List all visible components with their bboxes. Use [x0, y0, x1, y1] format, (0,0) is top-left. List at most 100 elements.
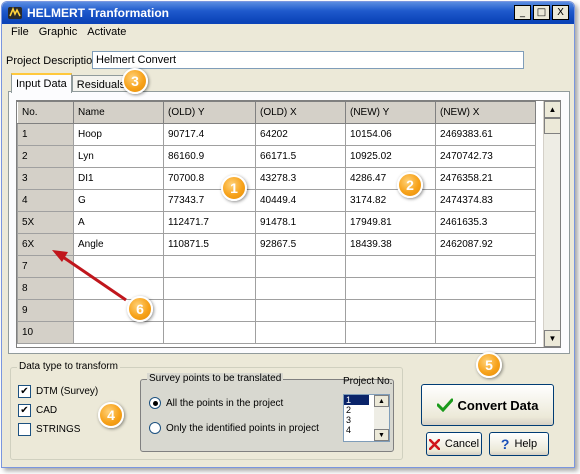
old-x-cell[interactable]: 64202: [255, 123, 346, 146]
new-x-cell[interactable]: [435, 255, 536, 278]
old-y-cell[interactable]: 110871.5: [163, 233, 256, 256]
old-x-cell[interactable]: [255, 277, 346, 300]
new-x-cell[interactable]: 2469383.61: [435, 123, 536, 146]
new-y-cell[interactable]: 17949.81: [345, 211, 436, 234]
help-button[interactable]: ? Help: [489, 432, 549, 456]
row-number-cell[interactable]: 3: [17, 167, 74, 190]
cancel-button[interactable]: Cancel: [426, 432, 482, 456]
new-y-cell[interactable]: [345, 299, 436, 322]
name-cell[interactable]: [73, 277, 164, 300]
row-number-cell[interactable]: 6X: [17, 233, 74, 256]
old-x-cell[interactable]: 40449.4: [255, 189, 346, 212]
old-x-cell[interactable]: 66171.5: [255, 145, 346, 168]
name-cell[interactable]: Angle: [73, 233, 164, 256]
old-x-cell[interactable]: [255, 255, 346, 278]
table-row[interactable]: 6X Angle 110871.5 92867.5 18439.38 2462087.92: [17, 233, 536, 256]
old-y-cell[interactable]: 90717.4: [163, 123, 256, 146]
new-x-cell[interactable]: 2461635.3: [435, 211, 536, 234]
new-y-cell[interactable]: 10154.06: [345, 123, 436, 146]
new-y-cell[interactable]: 10925.02: [345, 145, 436, 168]
close-button[interactable]: X: [552, 5, 569, 20]
row-number-cell[interactable]: 9: [17, 299, 74, 322]
scroll-thumb[interactable]: [544, 118, 560, 134]
table-row[interactable]: 5X A 112471.7 91478.1 17949.81 2461635.3: [17, 211, 536, 234]
old-x-cell[interactable]: 92867.5: [255, 233, 346, 256]
table-row[interactable]: 2 Lyn 86160.9 66171.5 10925.02 2470742.73: [17, 145, 536, 168]
col-header-no[interactable]: No.: [17, 101, 74, 124]
table-row[interactable]: 3 DI1 70700.8 43278.3 4286.47 2476358.21: [17, 167, 536, 190]
new-x-cell[interactable]: [435, 277, 536, 300]
col-header-name[interactable]: Name: [73, 101, 164, 124]
maximize-button[interactable]: □: [533, 5, 550, 20]
minimize-button[interactable]: _: [514, 5, 531, 20]
new-x-cell[interactable]: 2476358.21: [435, 167, 536, 190]
old-x-cell[interactable]: 91478.1: [255, 211, 346, 234]
convert-data-button[interactable]: Convert Data: [421, 384, 554, 426]
table-row[interactable]: 4 G 77343.7 40449.4 3174.82 2474374.83: [17, 189, 536, 212]
tab-input-data[interactable]: Input Data: [11, 73, 72, 93]
project-no-title: Project No.: [343, 376, 393, 387]
dtm-checkbox[interactable]: ✔ DTM (Survey): [18, 385, 98, 398]
menu-graphic[interactable]: Graphic: [34, 24, 83, 42]
cad-checkbox[interactable]: ✔ CAD: [18, 404, 57, 417]
old-y-cell[interactable]: [163, 321, 256, 344]
col-header-new-x[interactable]: (NEW) X: [435, 101, 536, 124]
row-number-cell[interactable]: 5X: [17, 211, 74, 234]
name-cell[interactable]: DI1: [73, 167, 164, 190]
scroll-down-icon[interactable]: ▼: [374, 429, 389, 441]
radio-identified-points[interactable]: Only the identified points in project: [149, 422, 319, 434]
table-row[interactable]: 9: [17, 299, 536, 322]
old-y-cell[interactable]: [163, 299, 256, 322]
table-row[interactable]: 7: [17, 255, 536, 278]
new-y-cell[interactable]: [345, 255, 436, 278]
table-row[interactable]: 8: [17, 277, 536, 300]
old-x-cell[interactable]: 43278.3: [255, 167, 346, 190]
new-x-cell[interactable]: [435, 321, 536, 344]
title-bar[interactable]: HELMERT Tranformation _ □ X: [2, 2, 574, 24]
menu-file[interactable]: File: [6, 24, 34, 42]
new-y-cell[interactable]: 18439.38: [345, 233, 436, 256]
new-y-cell[interactable]: 3174.82: [345, 189, 436, 212]
new-x-cell[interactable]: 2470742.73: [435, 145, 536, 168]
menu-activate[interactable]: Activate: [82, 24, 131, 42]
project-no-item[interactable]: 1: [344, 395, 369, 405]
row-number-cell[interactable]: 1: [17, 123, 74, 146]
name-cell[interactable]: A: [73, 211, 164, 234]
table-row[interactable]: 10: [17, 321, 536, 344]
new-y-cell[interactable]: [345, 277, 436, 300]
col-header-new-y[interactable]: (NEW) Y: [345, 101, 436, 124]
name-cell[interactable]: Lyn: [73, 145, 164, 168]
row-number-cell[interactable]: 10: [17, 321, 74, 344]
table-row[interactable]: 1 Hoop 90717.4 64202 10154.06 2469383.61: [17, 123, 536, 146]
old-x-cell[interactable]: [255, 299, 346, 322]
scroll-up-icon[interactable]: ▲: [544, 101, 560, 118]
name-cell[interactable]: G: [73, 189, 164, 212]
new-x-cell[interactable]: [435, 299, 536, 322]
row-number-cell[interactable]: 2: [17, 145, 74, 168]
col-header-old-y[interactable]: (OLD) Y: [163, 101, 256, 124]
radio-all-points[interactable]: All the points in the project: [149, 397, 283, 409]
old-y-cell[interactable]: 86160.9: [163, 145, 256, 168]
col-header-old-x[interactable]: (OLD) X: [255, 101, 346, 124]
name-cell[interactable]: [73, 255, 164, 278]
project-description-input[interactable]: [92, 51, 524, 69]
scroll-down-icon[interactable]: ▼: [544, 330, 560, 347]
row-number-cell[interactable]: 4: [17, 189, 74, 212]
old-y-cell[interactable]: [163, 277, 256, 300]
project-no-scrollbar[interactable]: ▲ ▼: [374, 395, 389, 441]
new-x-cell[interactable]: 2474374.83: [435, 189, 536, 212]
name-cell[interactable]: Hoop: [73, 123, 164, 146]
old-x-cell[interactable]: [255, 321, 346, 344]
name-cell[interactable]: [73, 321, 164, 344]
grid-scrollbar[interactable]: ▲ ▼: [543, 101, 560, 347]
data-grid[interactable]: No. Name (OLD) Y (OLD) X (NEW) Y (NEW) X…: [16, 100, 561, 348]
new-y-cell[interactable]: [345, 321, 436, 344]
strings-checkbox[interactable]: STRINGS: [18, 423, 80, 436]
old-y-cell[interactable]: 112471.7: [163, 211, 256, 234]
row-number-cell[interactable]: 7: [17, 255, 74, 278]
old-y-cell[interactable]: [163, 255, 256, 278]
project-no-list[interactable]: 1 2 3 4 ▲ ▼: [343, 394, 390, 442]
row-number-cell[interactable]: 8: [17, 277, 74, 300]
new-x-cell[interactable]: 2462087.92: [435, 233, 536, 256]
scroll-up-icon[interactable]: ▲: [374, 395, 389, 407]
